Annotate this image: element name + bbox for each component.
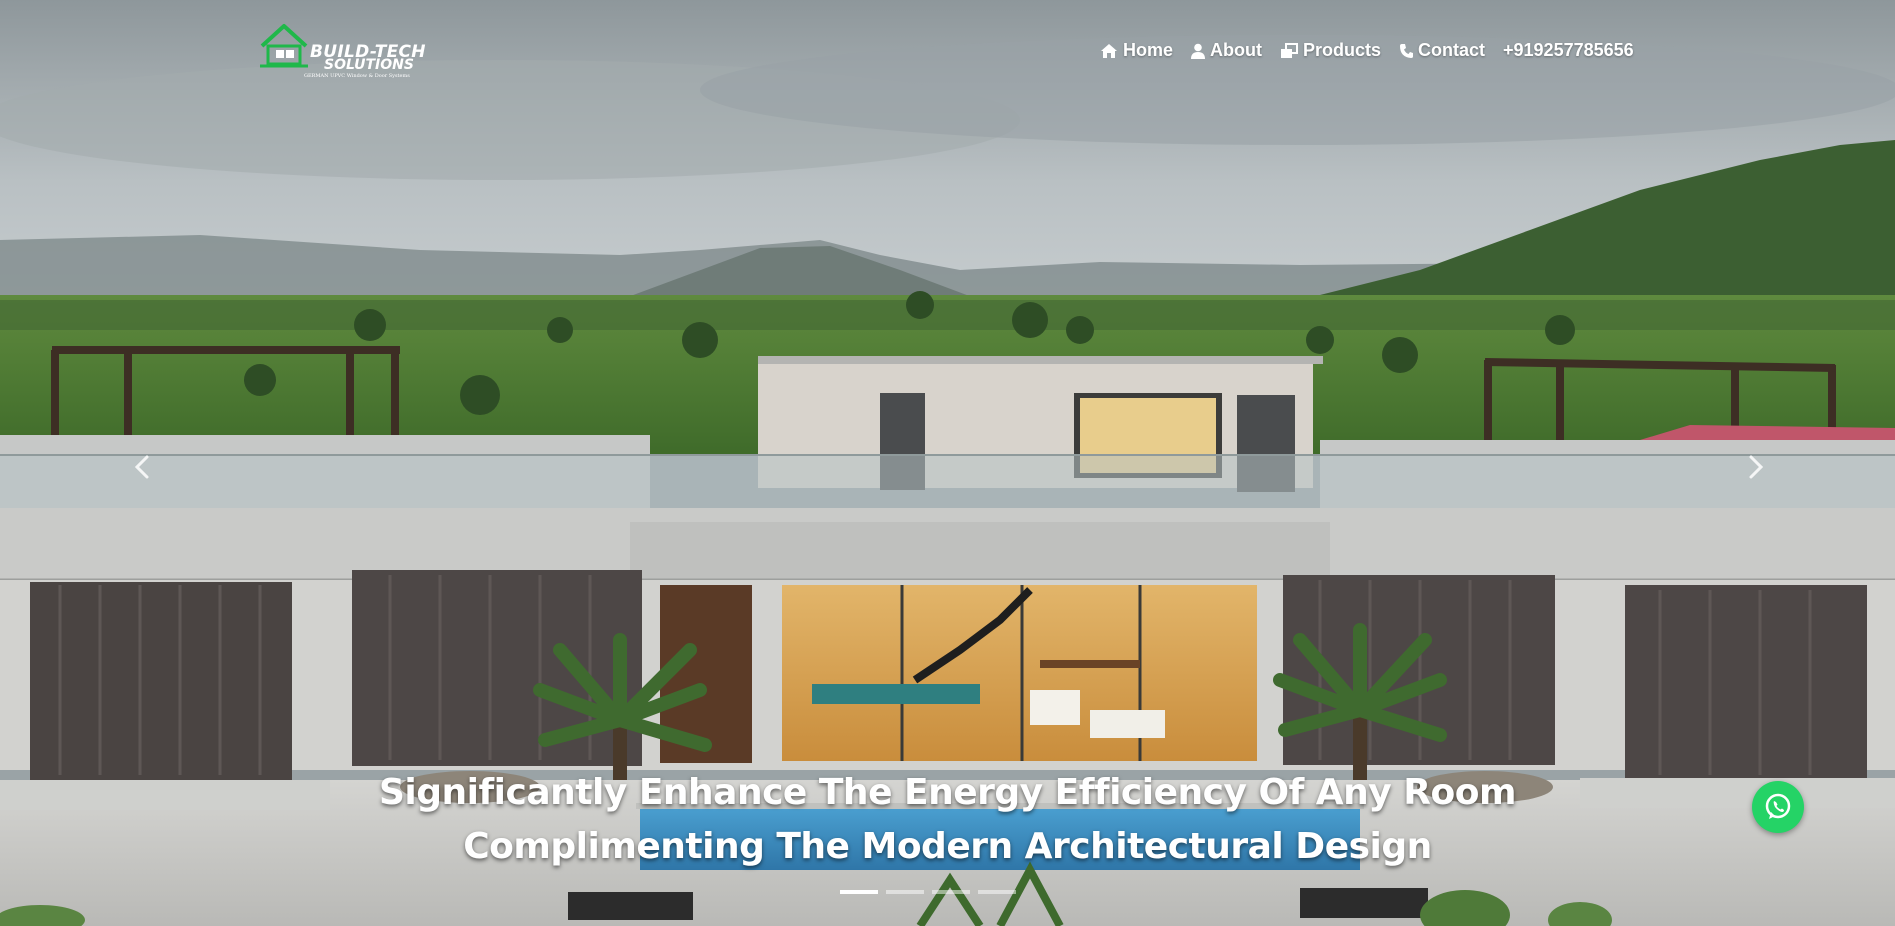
nav-contact[interactable]: Contact — [1399, 40, 1485, 61]
nav-phone-number[interactable]: +919257785656 — [1503, 40, 1634, 61]
home-icon — [1101, 43, 1117, 58]
nav-products-label: Products — [1303, 40, 1382, 60]
brand-logo[interactable]: BUILD-TECH SOLUTIONS GERMAN UPVC Window … — [258, 22, 428, 82]
nav-home-label: Home — [1123, 40, 1174, 60]
nav-phone-number-label: +919257785656 — [1503, 40, 1634, 60]
carousel-indicator[interactable] — [978, 890, 1016, 894]
main-nav: Home About Products Contact +91925778565… — [1100, 40, 1634, 61]
nav-home[interactable]: Home — [1100, 40, 1173, 61]
carousel-next-icon[interactable] — [1740, 452, 1770, 482]
brand-tagline: GERMAN UPVC Window & Door Systems — [304, 73, 410, 79]
carousel-indicators — [840, 890, 1016, 894]
hero-caption-line1: Significantly Enhance The Energy Efficie… — [379, 772, 1516, 813]
hero-caption-line2: Complimenting The Modern Architectural D… — [463, 826, 1432, 867]
hero-caption: Significantly Enhance The Energy Efficie… — [0, 766, 1895, 874]
nav-about-label: About — [1210, 40, 1262, 60]
carousel-indicator[interactable] — [840, 890, 878, 894]
carousel-prev-icon[interactable] — [128, 452, 158, 482]
nav-about[interactable]: About — [1191, 40, 1262, 61]
whatsapp-icon — [1765, 793, 1791, 819]
whatsapp-button[interactable] — [1752, 781, 1804, 833]
nav-products[interactable]: Products — [1280, 40, 1381, 61]
hero-carousel: BUILD-TECH SOLUTIONS GERMAN UPVC Window … — [0, 0, 1895, 926]
brand-name-line2: SOLUTIONS — [324, 58, 414, 72]
house-window-icon — [260, 24, 308, 68]
user-icon — [1191, 43, 1206, 59]
carousel-indicator[interactable] — [932, 890, 970, 894]
nav-contact-label: Contact — [1418, 40, 1486, 60]
brand-name-part2: SOLUTIONS — [324, 57, 414, 73]
products-icon — [1281, 42, 1298, 58]
phone-icon — [1400, 43, 1414, 58]
carousel-indicator[interactable] — [886, 890, 924, 894]
